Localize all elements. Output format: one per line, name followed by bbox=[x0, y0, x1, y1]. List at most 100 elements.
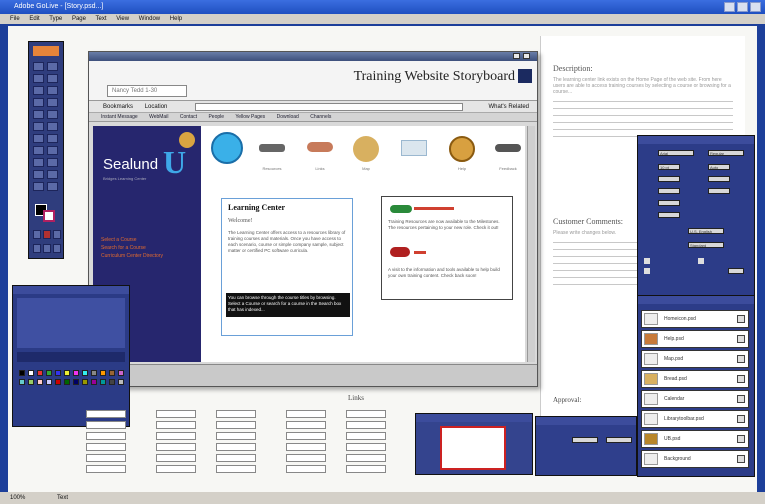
line-tool-icon[interactable] bbox=[33, 86, 44, 95]
link-field[interactable] bbox=[216, 465, 256, 473]
library-item[interactable]: Bread.psd bbox=[641, 370, 749, 388]
checkbox[interactable] bbox=[737, 375, 745, 383]
link-field[interactable] bbox=[286, 465, 326, 473]
link-field[interactable] bbox=[86, 443, 126, 451]
blend-tool-icon[interactable] bbox=[47, 158, 58, 167]
link-field[interactable] bbox=[286, 432, 326, 440]
nav-curriculum-directory[interactable]: Curriculum Center Directory bbox=[101, 252, 163, 260]
color-swatch[interactable] bbox=[82, 370, 88, 376]
screen-mode-icon[interactable] bbox=[53, 244, 61, 253]
navigator-thumbnail[interactable] bbox=[440, 426, 506, 470]
checkbox[interactable] bbox=[737, 355, 745, 363]
info-field[interactable] bbox=[606, 437, 632, 443]
direct-select-tool-icon[interactable] bbox=[47, 62, 58, 71]
color-swatch[interactable] bbox=[118, 370, 124, 376]
vertical-scrollbar[interactable] bbox=[527, 126, 535, 362]
color-swatch[interactable] bbox=[64, 370, 70, 376]
link-field[interactable] bbox=[216, 410, 256, 418]
link-field[interactable] bbox=[346, 432, 386, 440]
tracking-field[interactable] bbox=[708, 176, 730, 182]
close-button[interactable] bbox=[750, 2, 761, 12]
link-field[interactable] bbox=[346, 443, 386, 451]
menu-page[interactable]: Page bbox=[72, 16, 86, 22]
globe-icon[interactable] bbox=[211, 132, 243, 164]
color-swatch[interactable] bbox=[19, 370, 25, 376]
bookmarks-button[interactable]: Bookmarks bbox=[103, 104, 133, 110]
language-field[interactable]: U.S. English bbox=[688, 228, 724, 234]
stroke-color-swatch[interactable] bbox=[43, 210, 55, 222]
menu-edit[interactable]: Edit bbox=[29, 16, 39, 22]
baseline-field[interactable] bbox=[658, 200, 680, 206]
calendar-icon[interactable] bbox=[401, 140, 427, 156]
checkbox[interactable] bbox=[737, 435, 745, 443]
color-swatch[interactable] bbox=[91, 370, 97, 376]
screen-mode-icon[interactable] bbox=[33, 244, 41, 253]
link-field[interactable] bbox=[346, 454, 386, 462]
checkbox[interactable] bbox=[644, 258, 650, 264]
none-mode-icon[interactable] bbox=[53, 230, 61, 239]
color-swatch[interactable] bbox=[118, 379, 124, 385]
zoom-tool-icon[interactable] bbox=[47, 146, 58, 155]
screen-mode-icon[interactable] bbox=[43, 244, 51, 253]
text-tool-icon[interactable] bbox=[47, 74, 58, 83]
kerning-field[interactable] bbox=[658, 176, 680, 182]
checkbox[interactable] bbox=[698, 258, 704, 264]
link-field[interactable] bbox=[216, 454, 256, 462]
library-item[interactable]: Homeicon.psd bbox=[641, 310, 749, 328]
anti-alias-field[interactable]: Standard bbox=[688, 242, 724, 248]
color-swatch[interactable] bbox=[37, 379, 43, 385]
info-field[interactable] bbox=[572, 437, 598, 443]
color-swatch[interactable] bbox=[82, 379, 88, 385]
menu-view[interactable]: View bbox=[116, 16, 129, 22]
menu-help[interactable]: Help bbox=[170, 16, 182, 22]
checkbox[interactable] bbox=[737, 455, 745, 463]
color-mode-icon[interactable] bbox=[33, 230, 41, 239]
color-swatch[interactable] bbox=[28, 379, 34, 385]
link-field[interactable] bbox=[86, 410, 126, 418]
color-swatch[interactable] bbox=[46, 370, 52, 376]
color-swatch[interactable] bbox=[100, 379, 106, 385]
eyedropper-tool-icon[interactable] bbox=[33, 122, 44, 131]
link-field[interactable] bbox=[216, 421, 256, 429]
link-channels[interactable]: Channels bbox=[310, 114, 331, 120]
checkbox[interactable] bbox=[737, 415, 745, 423]
library-item[interactable]: Help.psd bbox=[641, 330, 749, 348]
ellipse-tool-icon[interactable] bbox=[33, 98, 44, 107]
link-field[interactable] bbox=[156, 465, 196, 473]
rotate-tool-icon[interactable] bbox=[33, 110, 44, 119]
scale-h-field[interactable] bbox=[658, 188, 680, 194]
link-field[interactable] bbox=[86, 421, 126, 429]
link-field[interactable] bbox=[216, 432, 256, 440]
library-item[interactable]: Calendar bbox=[641, 390, 749, 408]
author-field[interactable]: Nancy Tedd 1-30 bbox=[107, 85, 187, 97]
color-swatch[interactable] bbox=[64, 379, 70, 385]
link-yellow-pages[interactable]: Yellow Pages bbox=[235, 114, 265, 120]
url-input[interactable] bbox=[195, 103, 463, 111]
pencil-tool-icon[interactable] bbox=[47, 98, 58, 107]
pen-tool-icon[interactable] bbox=[33, 74, 44, 83]
color-swatch[interactable] bbox=[100, 370, 106, 376]
gradient-tool-icon[interactable] bbox=[47, 122, 58, 131]
link-field[interactable] bbox=[286, 421, 326, 429]
link-field[interactable] bbox=[346, 421, 386, 429]
shoes-icon[interactable] bbox=[259, 144, 285, 152]
color-swatch[interactable] bbox=[109, 370, 115, 376]
link-instant-message[interactable]: Instant Message bbox=[101, 114, 138, 120]
library-item[interactable]: Librarytoolbar.psd bbox=[641, 410, 749, 428]
link-field[interactable] bbox=[156, 410, 196, 418]
library-item[interactable]: UB.psd bbox=[641, 430, 749, 448]
link-field[interactable] bbox=[156, 421, 196, 429]
link-people[interactable]: People bbox=[208, 114, 224, 120]
link-field[interactable] bbox=[286, 410, 326, 418]
browser-close-button[interactable] bbox=[523, 53, 530, 59]
font-family-field[interactable]: Arial bbox=[658, 150, 694, 156]
link-field[interactable] bbox=[156, 443, 196, 451]
color-swatch[interactable] bbox=[55, 379, 61, 385]
link-field[interactable] bbox=[86, 465, 126, 473]
color-swatch[interactable] bbox=[73, 379, 79, 385]
link-field[interactable] bbox=[86, 432, 126, 440]
link-field[interactable] bbox=[286, 454, 326, 462]
minimize-button[interactable] bbox=[724, 2, 735, 12]
link-field[interactable] bbox=[156, 432, 196, 440]
bread-icon[interactable] bbox=[353, 136, 379, 162]
